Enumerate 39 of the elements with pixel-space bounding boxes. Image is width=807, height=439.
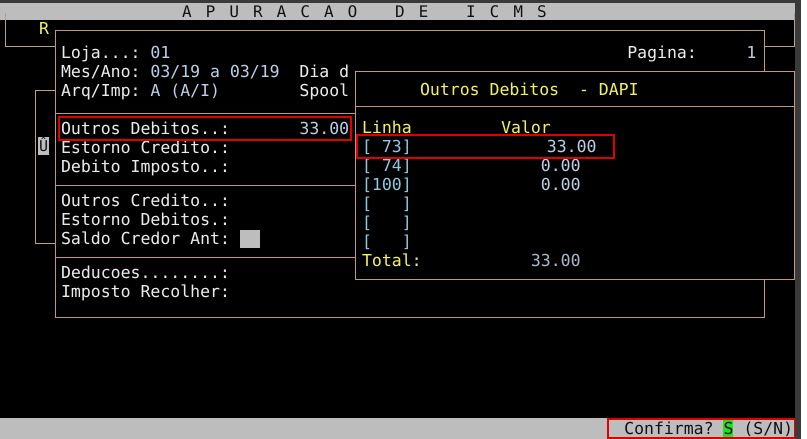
field-label: Outros Debitos..: (61, 119, 230, 138)
field-value: A (A/I) (150, 81, 220, 100)
field-label: Outros Credito..: (61, 191, 230, 210)
field-label: Deducoes........: (61, 263, 230, 282)
screen-title: A P U R A C A O D E I C M S (182, 3, 549, 21)
field-value: 1 (746, 43, 756, 62)
line-number-field[interactable]: [100] (362, 175, 412, 194)
column-header: Valor (501, 118, 551, 137)
field-label: Estorno Debitos.: (61, 210, 230, 229)
column-header: Linha (362, 118, 412, 137)
line-number-field[interactable]: [ ] (362, 213, 412, 232)
total-label: Total: (362, 251, 422, 270)
field-label: Saldo Credor Ant: (61, 229, 230, 248)
field-label: Loja...: (61, 43, 140, 62)
popup-title: Outros Debitos - DAPI (420, 80, 639, 99)
confirm-prompt: Confirma? (624, 419, 714, 438)
field-label: Mes/Ano: (61, 62, 140, 81)
field-label: Estorno Credito.: (61, 138, 230, 157)
window-label: R (39, 19, 49, 38)
field-label: Arq/Imp: (61, 81, 140, 100)
field-label: Debito Imposto..: (61, 157, 230, 176)
line-number-field[interactable]: [ ] (362, 194, 412, 213)
field-value: 03/19 a 03/19 (150, 62, 280, 81)
answer-options: (S/N) (743, 419, 793, 438)
line-number-field[interactable]: [ ] (362, 232, 412, 251)
line-number-field[interactable]: [ 73] (362, 137, 412, 156)
field-label: Imposto Recolher: (61, 282, 230, 301)
value-cell: 0.00 (540, 156, 581, 175)
field-value: 33.00 (299, 119, 350, 138)
scroll-indicator: Û (38, 137, 50, 155)
field-label: Spool (299, 81, 350, 100)
value-cell: 33.00 (546, 137, 596, 156)
input-field[interactable] (240, 230, 260, 248)
field-label: Pagina: (627, 43, 697, 62)
total-value: 33.00 (530, 251, 581, 270)
value-cell: 0.00 (540, 175, 581, 194)
field-label: Dia d (299, 62, 350, 81)
answer-field[interactable]: S (723, 419, 734, 438)
field-value: 01 (150, 43, 170, 62)
